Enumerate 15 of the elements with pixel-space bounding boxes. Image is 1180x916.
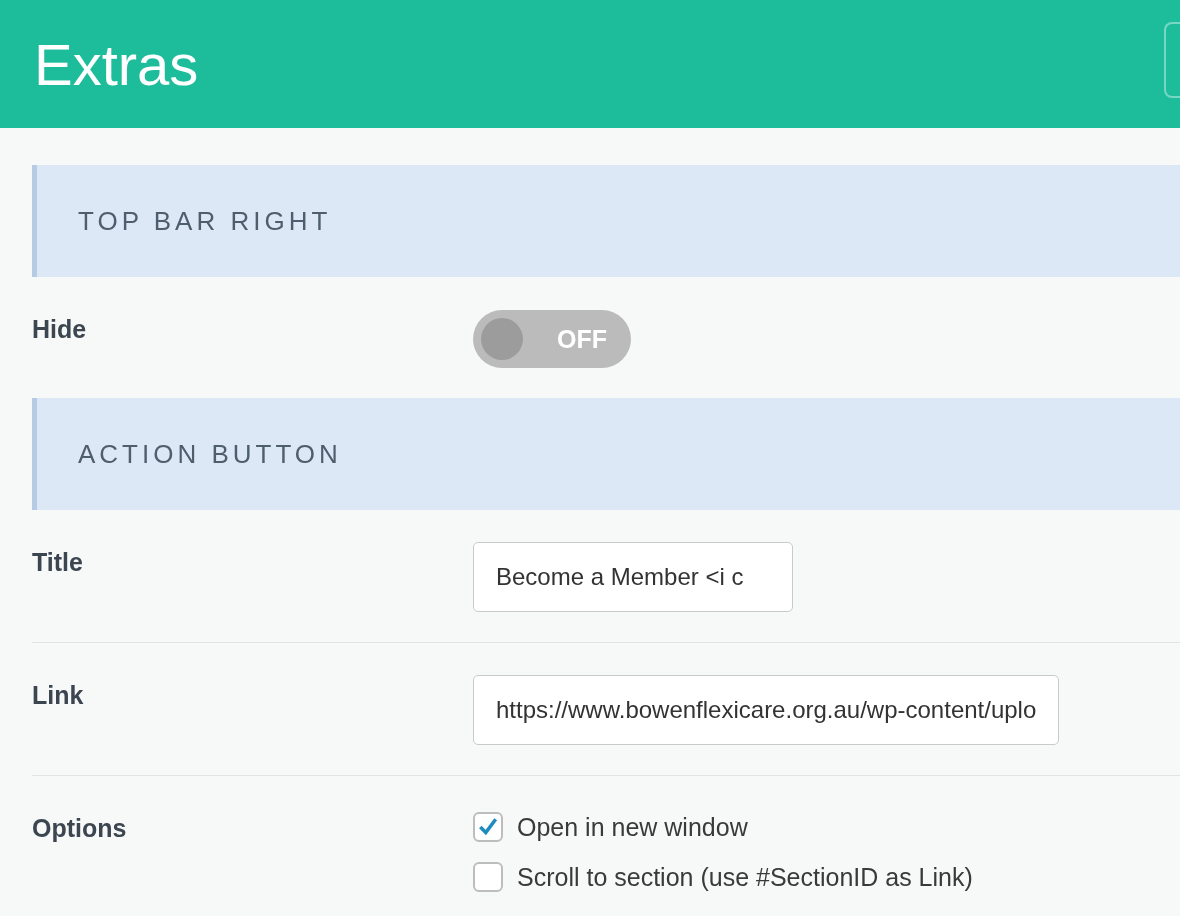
- section-title: ACTION BUTTON: [78, 438, 342, 470]
- section-title: TOP BAR RIGHT: [78, 205, 332, 237]
- checkbox[interactable]: [473, 812, 503, 842]
- input-field[interactable]: Become a Member <i c: [473, 542, 793, 612]
- field-label: Link: [32, 680, 85, 711]
- outline-button[interactable]: [1164, 22, 1180, 98]
- checkbox-label: Scroll to section (use #SectionID as Link): [517, 862, 973, 892]
- checkbox-label: Open in new window: [517, 812, 748, 842]
- input-field[interactable]: https://www.bowenflexicare.org.au/wp-content/uplo: [473, 675, 1060, 745]
- field-label: Hide: [32, 314, 88, 345]
- field-label: Options: [32, 813, 128, 844]
- checkmark-icon: [477, 816, 499, 838]
- checkbox[interactable]: [473, 862, 503, 892]
- page-title: Extras: [34, 30, 199, 98]
- field-label: Title: [32, 547, 84, 578]
